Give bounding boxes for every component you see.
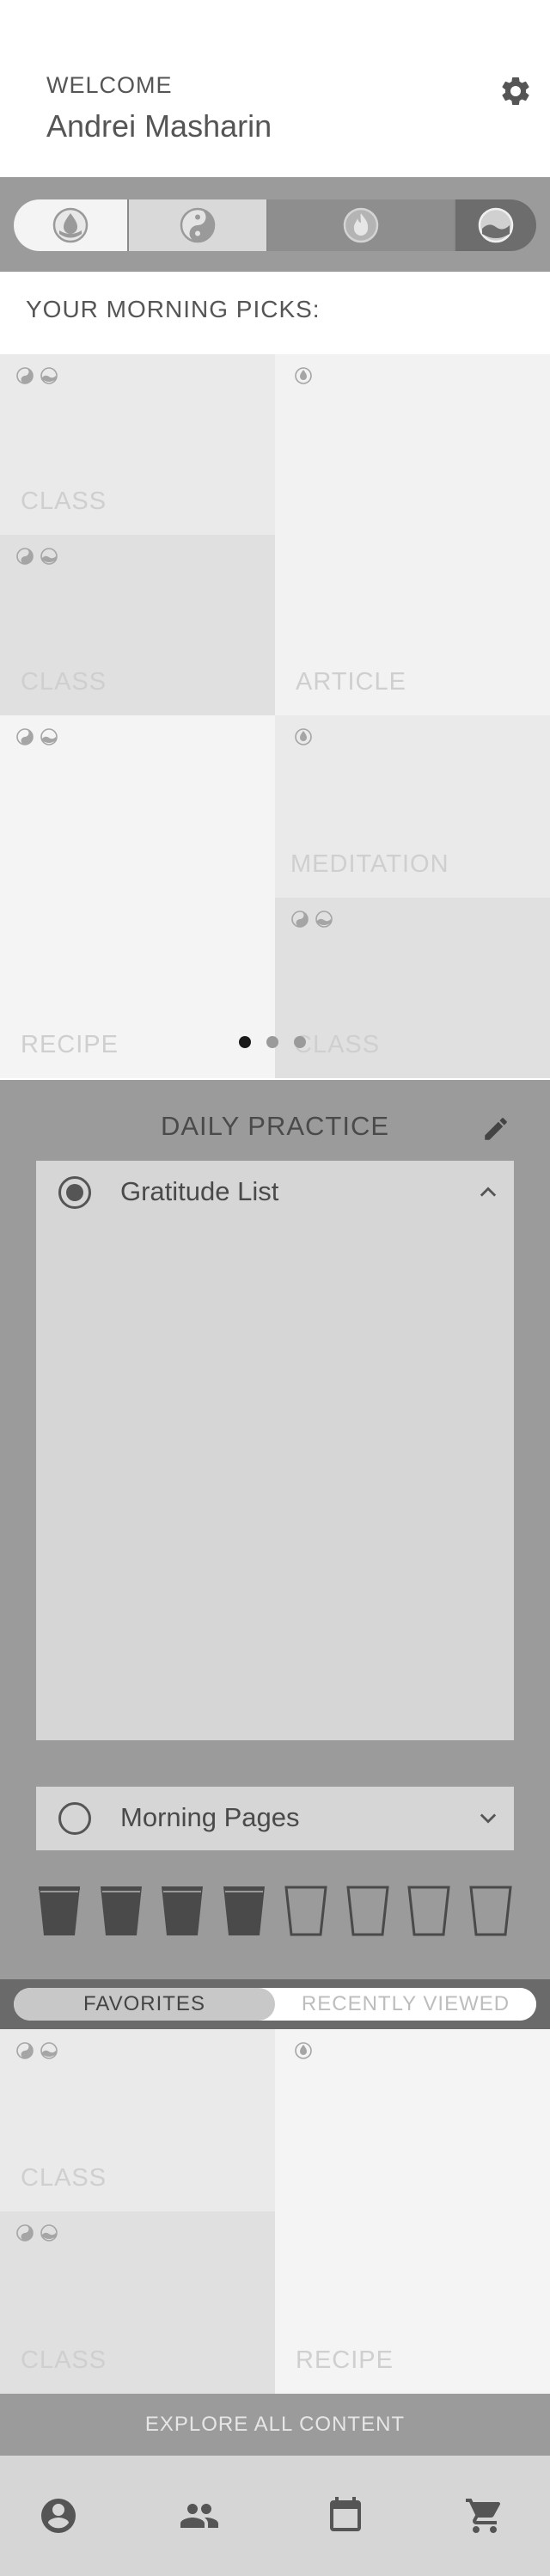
drop-circle-icon	[52, 207, 89, 243]
yin-yang-icon	[16, 2224, 34, 2242]
chevron-up-icon[interactable]	[476, 1180, 500, 1204]
wave-icon	[315, 911, 333, 928]
welcome-label: WELCOME	[46, 72, 173, 98]
gratitude-list-checkbox[interactable]	[58, 1176, 91, 1209]
water-cup-empty-icon[interactable]	[345, 1883, 391, 1938]
pager-dot[interactable]	[239, 1036, 251, 1048]
tab-favorites[interactable]: FAVORITES	[14, 1988, 275, 2021]
carousel-pager	[239, 1036, 306, 1048]
nav-community[interactable]	[179, 2495, 220, 2536]
drop-circle-icon	[295, 728, 312, 745]
yin-yang-icon	[291, 911, 309, 928]
water-tracker	[36, 1883, 514, 1940]
practice-title: DAILY PRACTICE	[160, 1111, 390, 1141]
nav-profile[interactable]	[38, 2495, 79, 2536]
library-tabs: FAVORITES RECENTLY VIEWED	[14, 1988, 536, 2021]
segment-drop[interactable]	[14, 199, 129, 251]
tile-label: CLASS	[21, 668, 107, 696]
yin-yang-icon	[180, 207, 216, 243]
water-cup-filled-icon[interactable]	[98, 1883, 144, 1938]
gratitude-list-panel: Gratitude List	[36, 1161, 514, 1740]
gratitude-list-label: Gratitude List	[120, 1176, 279, 1206]
tile-label: RECIPE	[296, 2346, 394, 2374]
yin-yang-icon	[16, 548, 34, 565]
yin-yang-icon	[16, 367, 34, 384]
tile-icons	[15, 2041, 58, 2060]
wave-icon	[40, 728, 58, 745]
pencil-icon[interactable]	[481, 1114, 510, 1144]
morning-pages-checkbox[interactable]	[58, 1802, 91, 1835]
tile-label: CLASS	[294, 1031, 381, 1058]
tile-icons	[15, 547, 58, 566]
water-cup-filled-icon[interactable]	[221, 1883, 267, 1938]
tile-icons	[294, 2041, 313, 2060]
tile-icons	[294, 366, 313, 385]
pick-tile-meditation[interactable]: MEDITATION	[275, 715, 550, 898]
flame-icon	[343, 207, 379, 243]
pager-dot[interactable]	[294, 1036, 306, 1048]
tile-icons	[15, 727, 58, 746]
water-cup-filled-icon[interactable]	[159, 1883, 205, 1938]
category-band	[0, 177, 550, 272]
nav-cart[interactable]	[464, 2495, 505, 2536]
tile-icons	[294, 727, 313, 746]
tab-recently-viewed[interactable]: RECENTLY VIEWED	[275, 1988, 536, 2021]
library-tab-band: FAVORITES RECENTLY VIEWED	[0, 1979, 550, 2029]
tile-label: MEDITATION	[290, 850, 449, 878]
picks-title: YOUR MORNING PICKS:	[26, 296, 321, 322]
yin-yang-icon	[16, 728, 34, 745]
category-segmented-control	[14, 199, 536, 251]
tile-icons	[15, 2223, 58, 2242]
tile-icons	[15, 366, 58, 385]
tile-label: CLASS	[21, 2346, 107, 2374]
water-cup-empty-icon[interactable]	[283, 1883, 329, 1938]
tile-label: CLASS	[21, 2164, 107, 2192]
wave-icon	[40, 2224, 58, 2242]
water-cup-empty-icon[interactable]	[468, 1883, 514, 1938]
favorite-tile-class[interactable]: CLASS	[0, 2211, 275, 2394]
water-cup-empty-icon[interactable]	[406, 1883, 452, 1938]
pager-dot[interactable]	[266, 1036, 278, 1048]
water-cup-filled-icon[interactable]	[36, 1883, 82, 1938]
favorite-tile-recipe[interactable]: RECIPE	[275, 2029, 550, 2394]
tile-label: ARTICLE	[296, 668, 406, 696]
segment-wave[interactable]	[455, 199, 536, 251]
pick-tile-recipe[interactable]: RECIPE	[0, 715, 275, 1078]
daily-practice-section: DAILY PRACTICE Gratitude List Morning Pa…	[0, 1080, 550, 1979]
pick-tile-class[interactable]: CLASS	[275, 898, 550, 1078]
user-name: Andrei Masharin	[46, 108, 272, 144]
pick-tile-class[interactable]: CLASS	[0, 354, 275, 535]
wave-icon	[40, 548, 58, 565]
yin-yang-icon	[16, 2042, 34, 2059]
tile-label: CLASS	[21, 488, 107, 515]
drop-circle-icon	[295, 367, 312, 384]
segment-yin-yang[interactable]	[129, 199, 268, 251]
tile-label: RECIPE	[21, 1031, 119, 1058]
wave-icon	[40, 367, 58, 384]
morning-pages-label: Morning Pages	[120, 1802, 300, 1832]
profile-icon	[41, 2499, 76, 2533]
morning-pages-row[interactable]: Morning Pages	[36, 1787, 514, 1850]
drop-circle-icon	[295, 2042, 312, 2059]
tile-icons	[290, 910, 333, 929]
community-icon	[180, 2504, 218, 2528]
favorite-tile-class[interactable]: CLASS	[0, 2029, 275, 2211]
bottom-nav	[0, 2456, 550, 2576]
explore-all-content-button[interactable]: EXPLORE ALL CONTENT	[0, 2394, 550, 2456]
header: WELCOME Andrei Masharin	[0, 0, 550, 177]
chevron-down-icon[interactable]	[476, 1806, 500, 1830]
wave-icon	[40, 2042, 58, 2059]
pick-tile-class[interactable]: CLASS	[0, 535, 275, 715]
gear-icon[interactable]	[498, 74, 533, 108]
wave-icon	[478, 207, 514, 243]
nav-calendar[interactable]	[325, 2495, 366, 2536]
calendar-icon	[330, 2497, 361, 2531]
pick-tile-article[interactable]: ARTICLE	[275, 354, 550, 715]
segment-flame[interactable]	[268, 199, 455, 251]
cart-icon	[466, 2499, 501, 2533]
gratitude-list-header[interactable]: Gratitude List	[36, 1161, 514, 1223]
